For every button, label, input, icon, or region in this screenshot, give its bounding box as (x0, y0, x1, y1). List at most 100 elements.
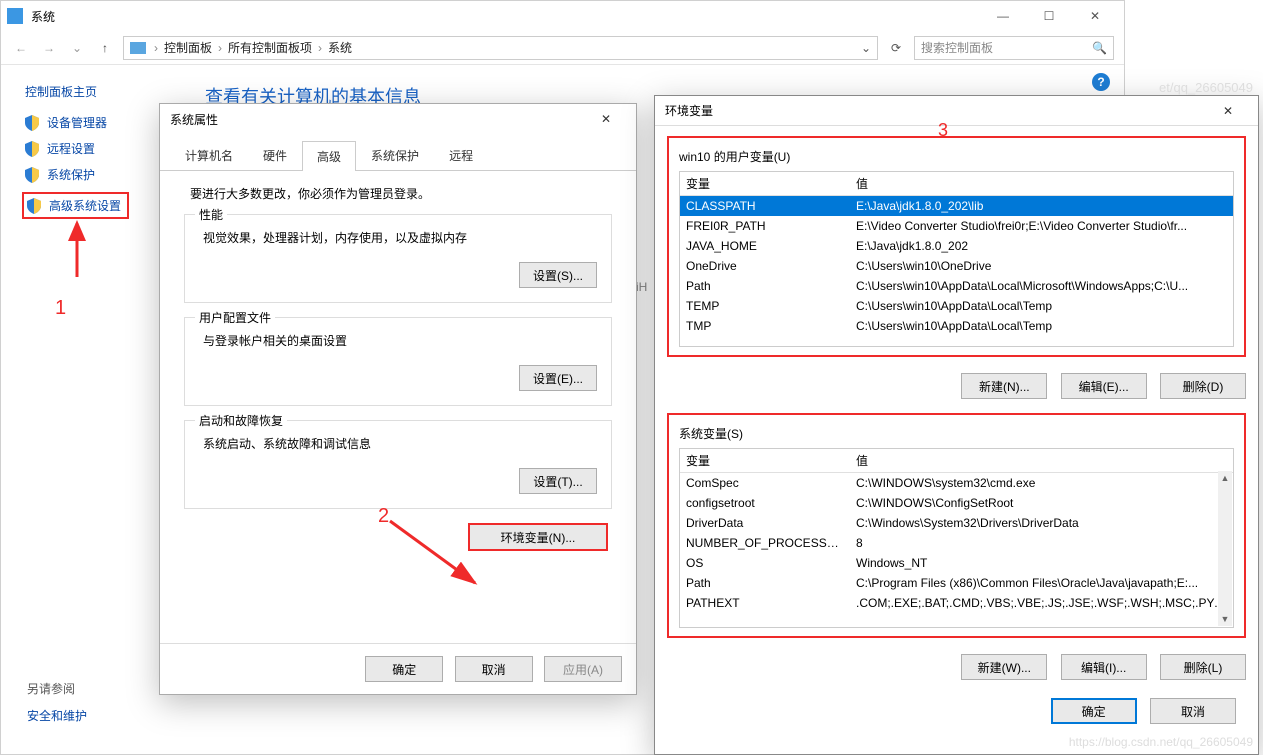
startup-settings-button[interactable]: 设置(T)... (519, 468, 597, 494)
ok-button[interactable]: 确定 (365, 656, 443, 682)
shield-icon (27, 198, 41, 214)
watermark: https://blog.csdn.net/qq_26605049 (1069, 735, 1253, 749)
close-button[interactable]: ✕ (1072, 1, 1118, 31)
table-row[interactable]: TEMPC:\Users\win10\AppData\Local\Temp (680, 296, 1233, 316)
var-value: C:\WINDOWS\ConfigSetRoot (850, 493, 1233, 513)
help-icon[interactable]: ? (1092, 73, 1110, 91)
tab-protection[interactable]: 系统保护 (356, 140, 434, 170)
partial-text: iH (636, 280, 647, 294)
table-row[interactable]: NUMBER_OF_PROCESSORS8 (680, 533, 1233, 553)
chevron-down-icon[interactable]: ⌄ (67, 41, 87, 55)
nav-forward-icon[interactable]: → (39, 41, 59, 55)
var-name: configsetroot (680, 493, 850, 513)
ok-button[interactable]: 确定 (1051, 698, 1137, 724)
dialog-title: 环境变量 (665, 102, 713, 119)
close-button[interactable]: ✕ (586, 112, 626, 126)
table-row[interactable]: configsetrootC:\WINDOWS\ConfigSetRoot (680, 493, 1233, 513)
col-val[interactable]: 值 (850, 449, 1233, 472)
system-vars-title: 系统变量(S) (679, 425, 1234, 442)
window-title: 系统 (31, 8, 980, 25)
crumb-0[interactable]: 控制面板 (164, 39, 212, 56)
table-row[interactable]: TMPC:\Users\win10\AppData\Local\Temp (680, 316, 1233, 336)
group-title: 启动和故障恢复 (195, 412, 287, 429)
system-vars-table[interactable]: 变量 值 ComSpecC:\WINDOWS\system32\cmd.exec… (679, 448, 1234, 628)
crumb-2[interactable]: 系统 (328, 39, 352, 56)
var-value: E:\Java\jdk1.8.0_202 (850, 236, 1233, 256)
annotation-2-num: 2 (378, 505, 389, 528)
var-name: TMP (680, 316, 850, 336)
tab-hardware[interactable]: 硬件 (248, 140, 302, 170)
apply-button[interactable]: 应用(A) (544, 656, 622, 682)
scroll-down-icon[interactable]: ▼ (1218, 612, 1232, 626)
system-vars-buttons: 新建(W)... 编辑(I)... 删除(L) (667, 654, 1246, 680)
nav-label: 远程设置 (47, 140, 95, 157)
annotation-1: 1 (67, 217, 107, 290)
dialog-titlebar: 系统属性 ✕ (160, 104, 636, 134)
crumb-1[interactable]: 所有控制面板项 (228, 39, 312, 56)
table-row[interactable]: OneDriveC:\Users\win10\OneDrive (680, 256, 1233, 276)
var-name: Path (680, 276, 850, 296)
minimize-button[interactable]: — (980, 1, 1026, 31)
scroll-up-icon[interactable]: ▲ (1218, 471, 1232, 485)
sys-new-button[interactable]: 新建(W)... (961, 654, 1047, 680)
user-delete-button[interactable]: 删除(D) (1160, 373, 1246, 399)
nav-advanced-settings[interactable]: 高级系统设置 (22, 192, 129, 219)
sys-delete-button[interactable]: 删除(L) (1160, 654, 1246, 680)
perf-settings-button[interactable]: 设置(S)... (519, 262, 597, 288)
security-maintenance-link[interactable]: 安全和维护 (27, 707, 87, 724)
breadcrumb[interactable]: › 控制面板 › 所有控制面板项 › 系统 ⌄ (123, 36, 878, 60)
scrollbar[interactable]: ▲ ▼ (1218, 471, 1232, 626)
var-value: C:\Windows\System32\Drivers\DriverData (850, 513, 1233, 533)
close-button[interactable]: ✕ (1208, 104, 1248, 118)
group-desc: 与登录帐户相关的桌面设置 (203, 332, 597, 349)
table-row[interactable]: DriverDataC:\Windows\System32\Drivers\Dr… (680, 513, 1233, 533)
refresh-icon[interactable]: ⟳ (886, 41, 906, 55)
user-vars-table[interactable]: 变量 值 CLASSPATHE:\Java\jdk1.8.0_202\libFR… (679, 171, 1234, 347)
sys-edit-button[interactable]: 编辑(I)... (1061, 654, 1147, 680)
maximize-button[interactable]: ☐ (1026, 1, 1072, 31)
var-value: Windows_NT (850, 553, 1233, 573)
var-name: OneDrive (680, 256, 850, 276)
col-val[interactable]: 值 (850, 172, 1233, 195)
nav-back-icon[interactable]: ← (11, 41, 31, 55)
col-var[interactable]: 变量 (680, 172, 850, 195)
dialog-title: 系统属性 (170, 111, 218, 128)
var-value: 8 (850, 533, 1233, 553)
table-row[interactable]: JAVA_HOMEE:\Java\jdk1.8.0_202 (680, 236, 1233, 256)
user-new-button[interactable]: 新建(N)... (961, 373, 1047, 399)
crumb-sep: › (154, 41, 158, 55)
crumb-sep: › (218, 41, 222, 55)
table-row[interactable]: PathC:\Users\win10\AppData\Local\Microso… (680, 276, 1233, 296)
cancel-button[interactable]: 取消 (455, 656, 533, 682)
user-vars-buttons: 新建(N)... 编辑(E)... 删除(D) (667, 373, 1246, 399)
var-name: Path (680, 573, 850, 593)
address-drop-icon[interactable]: ⌄ (861, 41, 871, 55)
var-name: NUMBER_OF_PROCESSORS (680, 533, 850, 553)
var-name: ComSpec (680, 473, 850, 493)
env-vars-button[interactable]: 环境变量(N)... (468, 523, 608, 551)
user-vars-section: win10 的用户变量(U) 变量 值 CLASSPATHE:\Java\jdk… (667, 136, 1246, 357)
table-row[interactable]: FREI0R_PATHE:\Video Converter Studio\fre… (680, 216, 1233, 236)
address-bar: ← → ⌄ ↑ › 控制面板 › 所有控制面板项 › 系统 ⌄ ⟳ 搜索控制面板… (1, 31, 1124, 65)
var-value: C:\WINDOWS\system32\cmd.exe (850, 473, 1233, 493)
table-row[interactable]: ComSpecC:\WINDOWS\system32\cmd.exe (680, 473, 1233, 493)
search-icon[interactable]: 🔍 (1092, 41, 1107, 55)
tab-advanced[interactable]: 高级 (302, 141, 356, 171)
table-row[interactable]: PathC:\Program Files (x86)\Common Files\… (680, 573, 1233, 593)
profile-settings-button[interactable]: 设置(E)... (519, 365, 597, 391)
nav-up-icon[interactable]: ↑ (95, 41, 115, 55)
shield-icon (25, 167, 39, 183)
var-name: CLASSPATH (680, 196, 850, 216)
tab-remote[interactable]: 远程 (434, 140, 488, 170)
table-row[interactable]: CLASSPATHE:\Java\jdk1.8.0_202\lib (680, 196, 1233, 216)
system-vars-section: 系统变量(S) 变量 值 ComSpecC:\WINDOWS\system32\… (667, 413, 1246, 638)
tab-computer-name[interactable]: 计算机名 (170, 140, 248, 170)
group-desc: 视觉效果，处理器计划，内存使用，以及虚拟内存 (203, 229, 597, 246)
user-edit-button[interactable]: 编辑(E)... (1061, 373, 1147, 399)
cancel-button[interactable]: 取消 (1150, 698, 1236, 724)
var-value: C:\Program Files (x86)\Common Files\Orac… (850, 573, 1233, 593)
search-input[interactable]: 搜索控制面板 🔍 (914, 36, 1114, 60)
table-row[interactable]: OSWindows_NT (680, 553, 1233, 573)
table-row[interactable]: PATHEXT.COM;.EXE;.BAT;.CMD;.VBS;.VBE;.JS… (680, 593, 1233, 613)
col-var[interactable]: 变量 (680, 449, 850, 472)
